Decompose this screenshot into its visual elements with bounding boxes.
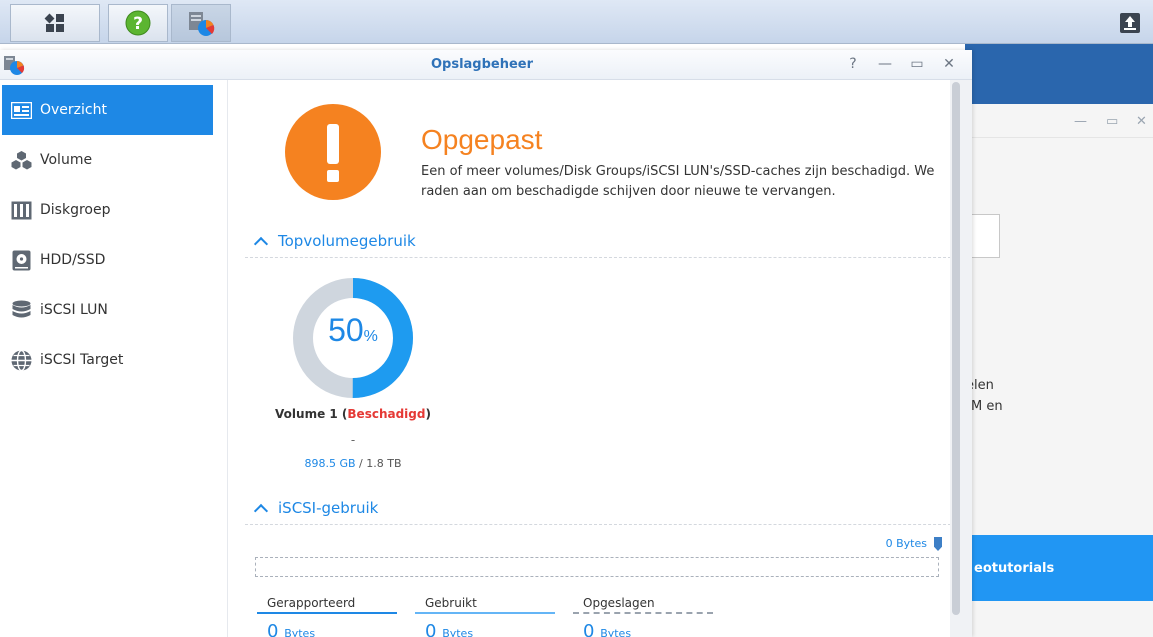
legend-stored-unit: Bytes: [600, 627, 632, 637]
close-icon[interactable]: ✕: [940, 55, 958, 73]
window-title: Opslagbeheer: [430, 57, 534, 72]
background-band: [965, 44, 1153, 104]
legend-reported-unit: Bytes: [284, 627, 316, 637]
help-icon: ?: [125, 10, 151, 36]
legend-used-unit: Bytes: [442, 627, 474, 637]
sidebar-item-iscsi-target[interactable]: iSCSI Target: [2, 335, 213, 385]
bg-maximize-icon[interactable]: ▭: [1106, 114, 1118, 129]
iscsi-bytes-label: 0 Bytes: [885, 537, 927, 550]
chevron-up-icon: [253, 236, 269, 252]
legend-reported-value: 0 Bytes: [257, 621, 315, 637]
overview-icon: [11, 100, 32, 121]
main-menu-button[interactable]: [10, 4, 100, 42]
cubes-icon: [11, 150, 32, 171]
legend-stored: Opgeslagen: [573, 596, 713, 614]
warning-icon: [285, 104, 381, 200]
sidebar-item-diskgroup[interactable]: Diskgroep: [2, 185, 213, 235]
background-window: — ▭ ✕ elen M en eotutorials: [965, 104, 1153, 637]
volume-size: 898.5 GB / 1.8 TB: [229, 457, 477, 470]
sidebar-item-label: iSCSI Target: [40, 352, 124, 368]
section-top-volume-usage[interactable]: Topvolumegebruik: [245, 232, 950, 258]
upload-icon[interactable]: [1120, 13, 1140, 33]
legend-reported: Gerapporteerd: [257, 596, 397, 614]
svg-text:?: ?: [133, 14, 143, 34]
database-icon: [11, 300, 32, 321]
sidebar-item-label: iSCSI LUN: [40, 302, 108, 318]
main-content: Opgepast Een of meer volumes/Disk Groups…: [229, 80, 950, 637]
volume-usage-donut: 50%: [291, 276, 415, 400]
help-icon[interactable]: ?: [844, 55, 862, 73]
background-text-line2: M en: [971, 399, 1003, 414]
volume-status: Beschadigd: [347, 407, 426, 421]
chevron-up-icon: [253, 503, 269, 519]
alert-description: Een of meer volumes/Disk Groups/iSCSI LU…: [421, 164, 935, 199]
legend-reported-number: 0: [267, 621, 279, 637]
storage-manager-icon: [189, 12, 215, 36]
legend-used-number: 0: [425, 621, 437, 637]
content-scrollbar[interactable]: [950, 80, 972, 637]
taskbar: ?: [0, 0, 1153, 44]
help-taskbar-button[interactable]: ?: [108, 4, 168, 42]
minimize-icon[interactable]: —: [876, 55, 894, 73]
scrollbar-thumb[interactable]: [952, 82, 960, 615]
bg-close-icon[interactable]: ✕: [1136, 114, 1147, 129]
storage-manager-taskbar-button[interactable]: [171, 4, 231, 42]
volume-used: 898.5 GB: [304, 457, 356, 470]
donut-percent-unit: %: [363, 328, 378, 345]
volume-dash: -: [350, 433, 356, 447]
maximize-icon[interactable]: ▭: [908, 55, 926, 73]
sidebar-item-volume[interactable]: Volume: [2, 135, 213, 185]
legend-used: Gebruikt: [415, 596, 555, 614]
sidebar-item-label: Volume: [40, 152, 93, 168]
hdd-icon: [11, 250, 32, 271]
sidebar-item-overview[interactable]: Overzicht: [2, 85, 213, 135]
sidebar-item-label: HDD/SSD: [40, 252, 106, 268]
legend-stored-value: 0 Bytes: [573, 621, 631, 637]
iscsi-usage-bar: [255, 557, 939, 577]
section-iscsi-usage[interactable]: iSCSI-gebruik: [245, 499, 950, 525]
background-window-header: — ▭ ✕: [966, 104, 1153, 138]
sidebar-item-hdd-ssd[interactable]: HDD/SSD: [2, 235, 213, 285]
storage-manager-window: Opslagbeheer ? — ▭ ✕ Overzicht Volume Di…: [0, 50, 972, 637]
bg-minimize-icon[interactable]: —: [1074, 114, 1087, 129]
apps-grid-icon: [44, 13, 64, 32]
video-tutorials-banner[interactable]: eotutorials: [966, 535, 1153, 601]
sidebar-item-label: Overzicht: [40, 102, 107, 118]
globe-icon: [11, 349, 32, 371]
diskgroup-icon: [11, 200, 32, 221]
video-tutorials-label: eotutorials: [974, 561, 1055, 576]
section-title: iSCSI-gebruik: [278, 499, 379, 517]
alert-title: Opgepast: [421, 124, 543, 155]
window-titlebar[interactable]: Opslagbeheer ? — ▭ ✕: [0, 50, 972, 80]
legend-used-value: 0 Bytes: [415, 621, 473, 637]
sidebar-item-iscsi-lun[interactable]: iSCSI LUN: [2, 285, 213, 335]
section-title: Topvolumegebruik: [278, 232, 416, 250]
volume-total: / 1.8 TB: [359, 457, 402, 470]
donut-percent-value: 50: [328, 312, 364, 348]
iscsi-marker-icon: [934, 537, 942, 551]
sidebar-item-label: Diskgroep: [40, 202, 111, 218]
legend-stored-number: 0: [583, 621, 595, 637]
volume-name-text: Volume 1: [275, 407, 338, 421]
volume-name: Volume 1 (Beschadigd): [275, 407, 431, 421]
sidebar: Overzicht Volume Diskgroep HDD/SSD iSCSI…: [0, 80, 228, 637]
donut-percent-label: 50%: [291, 312, 415, 349]
